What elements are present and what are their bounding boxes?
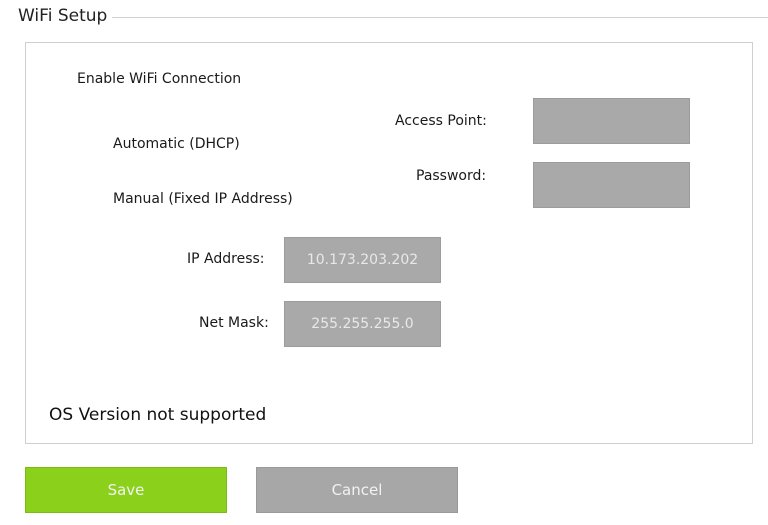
access-point-text[interactable]	[534, 99, 689, 143]
group-title: WiFi Setup	[18, 6, 111, 26]
password-text[interactable]	[534, 163, 689, 207]
access-point-label: Access Point:	[395, 113, 487, 129]
cancel-button[interactable]: Cancel	[256, 467, 458, 513]
ip-address-text[interactable]	[285, 238, 440, 282]
manual-ip-label[interactable]: Manual (Fixed IP Address)	[113, 191, 296, 207]
ip-address-label: IP Address:	[187, 251, 265, 267]
ip-address-input[interactable]	[284, 237, 441, 283]
net-mask-text[interactable]	[285, 302, 440, 346]
net-mask-label: Net Mask:	[199, 315, 269, 331]
automatic-dhcp-label[interactable]: Automatic (DHCP)	[113, 136, 240, 152]
os-version-message: OS Version not supported	[49, 405, 267, 425]
save-button[interactable]: Save	[25, 467, 227, 513]
group-divider	[112, 17, 768, 18]
password-label: Password:	[416, 168, 487, 184]
net-mask-input[interactable]	[284, 301, 441, 347]
password-input[interactable]	[533, 162, 690, 208]
enable-wifi-label[interactable]: Enable WiFi Connection	[77, 71, 241, 87]
access-point-input[interactable]	[533, 98, 690, 144]
